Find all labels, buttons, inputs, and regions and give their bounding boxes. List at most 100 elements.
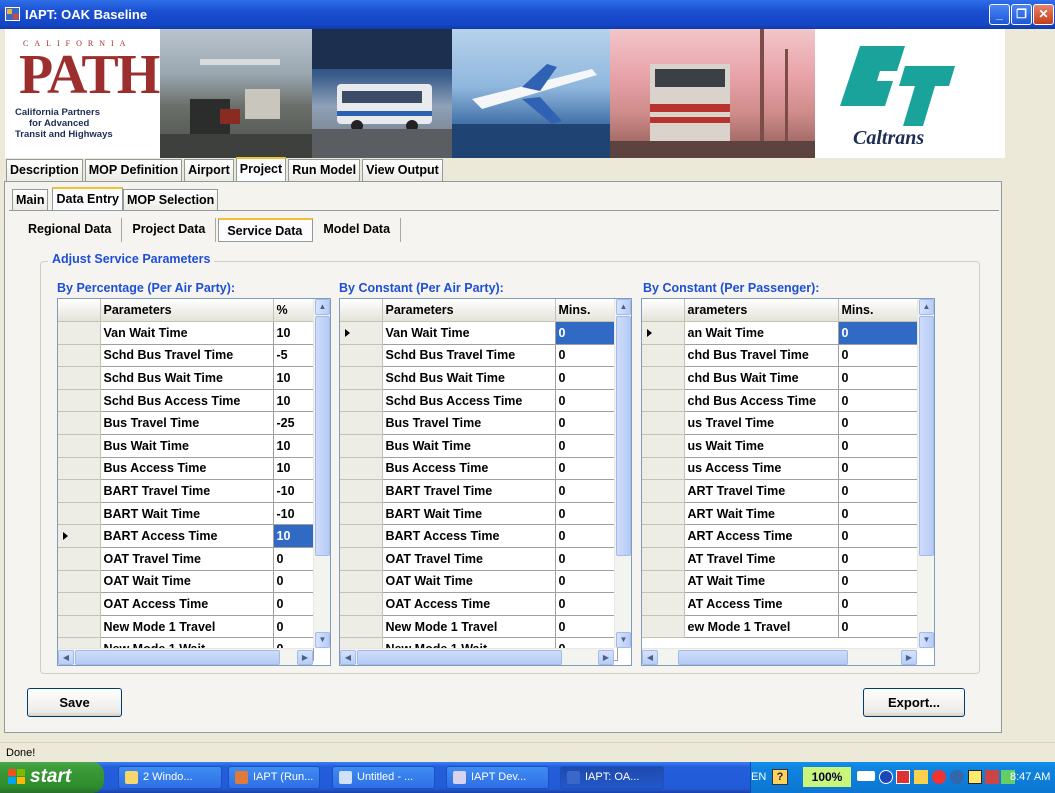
close-button[interactable]: ✕ (1033, 4, 1054, 25)
value-cell[interactable]: 0 (555, 411, 618, 436)
shield-icon[interactable] (932, 770, 946, 784)
tab-mop-selection[interactable]: MOP Selection (123, 189, 219, 211)
tab-view-output[interactable]: View Output (362, 159, 443, 181)
value-cell[interactable]: 0 (838, 457, 919, 481)
parameter-cell[interactable]: New Mode 1 Travel (100, 615, 274, 639)
parameter-cell[interactable]: us Access Time (684, 457, 839, 481)
value-cell[interactable]: 0 (555, 592, 618, 616)
taskbar-item-iapt-dev[interactable]: IAPT Dev... (446, 766, 549, 789)
table-row[interactable]: us Travel Time 0 (642, 411, 919, 436)
table-row[interactable]: Schd Bus Wait Time 10 (58, 366, 314, 390)
table-row[interactable]: BART Travel Time 0 (340, 479, 618, 503)
percentage-grid[interactable]: Parameters% Van Wait Time 10 Schd Bus Trave… (57, 298, 331, 666)
parameter-cell[interactable]: AT Wait Time (684, 570, 839, 594)
scroll-left-icon[interactable]: ◀ (340, 650, 356, 665)
parameter-cell[interactable]: AT Access Time (684, 592, 839, 616)
table-row[interactable]: New Mode 1 Travel 0 (58, 615, 314, 639)
parameter-cell[interactable]: Bus Access Time (382, 457, 556, 481)
constant-party-grid[interactable]: Parameters Mins. Van Wait Time 0 Schd Bus Tr… (339, 298, 632, 666)
row-header[interactable] (340, 570, 383, 594)
parameter-cell[interactable]: Schd Bus Access Time (382, 389, 556, 413)
table-row[interactable]: Schd Bus Access Time 0 (340, 389, 618, 413)
table-row[interactable]: chd Bus Wait Time 0 (642, 366, 919, 390)
scroll-thumb[interactable] (919, 316, 934, 556)
current-row-indicator[interactable] (58, 524, 101, 549)
tab-mop-definition[interactable]: MOP Definition (84, 159, 183, 181)
table-row[interactable]: OAT Access Time 0 (340, 592, 618, 616)
parameter-cell[interactable]: chd Bus Access Time (684, 389, 839, 413)
parameter-cell[interactable]: OAT Access Time (382, 592, 556, 616)
row-header[interactable] (58, 457, 101, 481)
row-header[interactable] (642, 592, 685, 616)
table-row[interactable]: Schd Bus Travel Time 0 (340, 344, 618, 368)
parameter-cell[interactable]: Bus Access Time (100, 457, 274, 481)
value-cell[interactable]: 0 (555, 547, 618, 571)
tray-app-icon[interactable] (968, 770, 982, 784)
value-cell[interactable]: 0 (555, 321, 618, 345)
table-row[interactable]: Bus Wait Time 10 (58, 434, 314, 458)
scroll-thumb[interactable] (357, 650, 562, 665)
value-cell[interactable]: 0 (838, 434, 919, 458)
row-header[interactable] (642, 434, 685, 458)
parameter-cell[interactable]: BART Wait Time (100, 502, 274, 526)
table-row[interactable]: chd Bus Access Time 0 (642, 389, 919, 413)
table-row[interactable]: us Access Time 0 (642, 457, 919, 481)
value-cell[interactable]: -5 (273, 344, 314, 368)
value-cell[interactable]: 0 (273, 615, 314, 639)
value-cell[interactable]: 0 (838, 479, 919, 503)
value-cell[interactable]: 0 (555, 524, 618, 549)
row-header[interactable] (642, 524, 685, 549)
value-cell[interactable]: 10 (273, 366, 314, 390)
parameter-cell[interactable]: Schd Bus Travel Time (100, 344, 274, 368)
value-cell[interactable]: 0 (555, 615, 618, 639)
row-header[interactable] (642, 502, 685, 526)
value-cell[interactable]: 0 (838, 366, 919, 390)
table-row[interactable]: Van Wait Time 10 (58, 321, 314, 345)
row-header[interactable] (58, 479, 101, 503)
table-row[interactable]: BART Travel Time -10 (58, 479, 314, 503)
value-cell[interactable]: 0 (273, 547, 314, 571)
row-header[interactable] (58, 434, 101, 458)
network-icon[interactable] (857, 771, 875, 781)
tray-app-icon[interactable] (985, 770, 999, 784)
column-header-parameters[interactable]: Parameters (100, 299, 274, 323)
value-cell[interactable]: 0 (555, 389, 618, 413)
value-cell[interactable]: 10 (273, 321, 314, 345)
parameter-cell[interactable]: Bus Wait Time (100, 434, 274, 458)
value-cell[interactable]: 0 (838, 570, 919, 594)
table-row[interactable]: OAT Access Time 0 (58, 592, 314, 616)
parameter-cell[interactable]: ew Mode 1 Travel (684, 615, 839, 639)
scroll-left-icon[interactable]: ◀ (58, 650, 74, 665)
parameter-cell[interactable]: BART Access Time (100, 524, 274, 549)
row-header[interactable] (340, 547, 383, 571)
scroll-thumb[interactable] (678, 650, 848, 665)
parameter-cell[interactable]: Schd Bus Wait Time (100, 366, 274, 390)
parameter-cell[interactable]: OAT Travel Time (382, 547, 556, 571)
value-cell[interactable]: 10 (273, 457, 314, 481)
value-cell[interactable]: 0 (555, 366, 618, 390)
parameter-cell[interactable]: OAT Wait Time (100, 570, 274, 594)
taskbar-item-windows[interactable]: 2 Windo... (118, 766, 222, 789)
scroll-down-icon[interactable]: ▼ (919, 632, 934, 648)
value-cell[interactable]: 0 (838, 547, 919, 571)
value-cell[interactable]: 0 (555, 570, 618, 594)
parameter-cell[interactable]: OAT Access Time (100, 592, 274, 616)
table-row[interactable]: Bus Travel Time 0 (340, 411, 618, 436)
parameter-cell[interactable]: an Wait Time (684, 321, 839, 345)
parameter-cell[interactable]: BART Access Time (382, 524, 556, 549)
save-button[interactable]: Save (27, 688, 122, 717)
taskbar-item-untitled[interactable]: Untitled - ... (332, 766, 435, 789)
parameter-cell[interactable]: BART Travel Time (382, 479, 556, 503)
scroll-down-icon[interactable]: ▼ (315, 632, 330, 648)
parameter-cell[interactable]: chd Bus Wait Time (684, 366, 839, 390)
current-row-indicator[interactable] (642, 321, 685, 345)
help-icon[interactable]: ? (772, 769, 788, 785)
column-header-parameters[interactable]: arameters (684, 299, 839, 323)
parameter-cell[interactable]: Schd Bus Access Time (100, 389, 274, 413)
column-header-parameters[interactable]: Parameters (382, 299, 556, 323)
row-header[interactable] (642, 366, 685, 390)
column-header-value[interactable]: % (273, 299, 314, 323)
parameter-cell[interactable]: OAT Travel Time (100, 547, 274, 571)
row-header[interactable] (58, 570, 101, 594)
row-header[interactable] (58, 502, 101, 526)
